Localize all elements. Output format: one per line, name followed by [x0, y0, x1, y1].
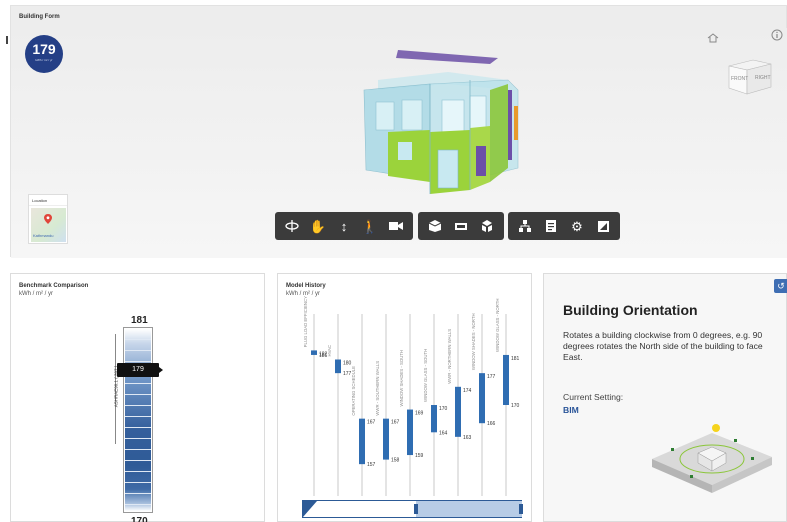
app-root: Building Form 179 kWh / m² / yr FRONT RI… — [0, 0, 787, 522]
history-bar-high-label: 181 — [511, 356, 520, 362]
model-tree-icon[interactable] — [514, 215, 536, 237]
model-history-chart: 182181PLUG LOAD EFFICIENCY180177HVAC1671… — [303, 296, 520, 496]
map-place-label: Kathmandu — [33, 233, 54, 238]
info-icon[interactable] — [771, 28, 783, 41]
history-bar — [455, 386, 461, 437]
edit-icon[interactable]: ↺ — [774, 279, 787, 293]
orbit-icon[interactable] — [281, 215, 303, 237]
location-label: Location — [29, 195, 67, 206]
benchmark-comparison-panel: Benchmark Comparison kWh / m² / yr 181 A… — [10, 273, 265, 522]
history-category-label: WWR - SOUTHERN WALLS — [375, 361, 380, 416]
model-history-panel: Model History kWh / m² / yr 182 181 PLUG L… — [277, 273, 532, 522]
model-toolbar — [418, 212, 504, 240]
history-bar-high-label: 167 — [367, 420, 376, 426]
benchmark-min-value: 170 — [131, 516, 148, 522]
settings-toolbar: ⚙ — [508, 212, 620, 240]
scroll-handle-left[interactable] — [414, 504, 418, 514]
history-bar-low-label: 166 — [487, 421, 496, 427]
score-badge: 179 kWh / m² / yr — [25, 35, 63, 73]
history-bar-high-label: 169 — [415, 411, 424, 417]
history-bar — [359, 418, 365, 465]
benchmark-scale-bar — [123, 327, 153, 513]
history-bar-low-label: 159 — [415, 453, 424, 459]
history-range-scrollbar[interactable] — [302, 500, 523, 518]
score-value: 179 — [32, 41, 56, 57]
orientation-illustration — [644, 417, 784, 497]
section-icon[interactable] — [450, 215, 472, 237]
benchmark-title: Benchmark Comparison — [19, 283, 89, 289]
scroll-window[interactable] — [416, 501, 522, 517]
splitter-handle[interactable] — [6, 36, 8, 44]
home-icon[interactable] — [707, 30, 719, 43]
walk-icon[interactable]: 🚶 — [359, 215, 381, 237]
camera-icon[interactable] — [385, 215, 407, 237]
history-bar — [479, 373, 485, 424]
navcube-right-label: RIGHT — [755, 75, 771, 81]
box-icon[interactable] — [424, 215, 446, 237]
current-setting-label: Current Setting: — [563, 392, 624, 402]
history-category-label: WINDOW SHADES - NORTH — [471, 313, 476, 370]
history-bar-high-label: 180 — [343, 361, 352, 367]
settings-icon[interactable]: ⚙ — [566, 215, 588, 237]
history-bar — [383, 418, 389, 460]
properties-icon[interactable] — [540, 215, 562, 237]
benchmark-axis-label: ASHRAE90.1 ( 397 ) — [113, 365, 119, 408]
location-widget[interactable]: Location Kathmandu — [28, 194, 68, 244]
panel-title: Building Form — [19, 14, 60, 20]
history-category-label: WWR - NORTHERN WALLS — [447, 329, 452, 384]
history-bar — [431, 405, 437, 433]
orientation-description: Rotates a building clockwise from 0 degr… — [563, 330, 763, 362]
explode-icon[interactable] — [476, 215, 498, 237]
navigation-toolbar: ✋ ↕ 🚶 — [275, 212, 413, 240]
history-category-label: HVAC — [327, 345, 332, 357]
history-bar — [335, 359, 341, 374]
history-category-label: WINDOW GLASS - NORTH — [495, 299, 500, 352]
history-bar-low-label: 164 — [439, 430, 448, 436]
orientation-title: Building Orientation — [563, 302, 698, 318]
current-setting-value[interactable]: BIM — [563, 405, 579, 415]
history-category-label: PLUG LOAD EFFICIENCY — [303, 296, 308, 347]
map-pin-icon — [44, 214, 52, 224]
history-bar — [311, 350, 317, 355]
scroll-handle-right[interactable] — [519, 504, 523, 514]
history-bar-low-label: 157 — [367, 462, 376, 468]
score-unit: kWh / m² / yr — [35, 58, 53, 62]
history-category-label: WINDOW GLASS - SOUTH — [423, 349, 428, 402]
history-category-label: WINDOW SHADES - SOUTH — [399, 350, 404, 407]
scroll-start-marker — [303, 501, 317, 517]
history-category-label: OPERATING SCHEDULE — [351, 366, 356, 416]
history-bar-high-label: 177 — [487, 374, 496, 380]
history-bar-low-label: 170 — [511, 403, 520, 409]
location-map[interactable]: Kathmandu — [31, 208, 66, 242]
benchmark-units: kWh / m² / yr — [19, 291, 53, 297]
history-bar — [407, 409, 413, 456]
fullscreen-icon[interactable] — [592, 215, 614, 237]
view-cube[interactable]: FRONT RIGHT — [723, 52, 777, 98]
building-model[interactable] — [358, 50, 538, 200]
building-orientation-panel: ↺ Building Orientation Rotates a buildin… — [543, 273, 787, 522]
history-bar-high-label: 170 — [439, 406, 448, 412]
benchmark-current-marker: 179 — [117, 363, 163, 377]
history-bar-low-label: 158 — [391, 458, 400, 464]
history-bar-high-label: 167 — [391, 420, 400, 426]
history-bar — [503, 354, 509, 405]
pan-icon[interactable]: ✋ — [307, 215, 329, 237]
history-bar-high-label: 174 — [463, 388, 472, 394]
navcube-front-label: FRONT — [731, 76, 748, 82]
history-bar-low-label: 163 — [463, 435, 472, 441]
zoom-icon[interactable]: ↕ — [333, 215, 355, 237]
benchmark-max-value: 181 — [131, 315, 148, 326]
